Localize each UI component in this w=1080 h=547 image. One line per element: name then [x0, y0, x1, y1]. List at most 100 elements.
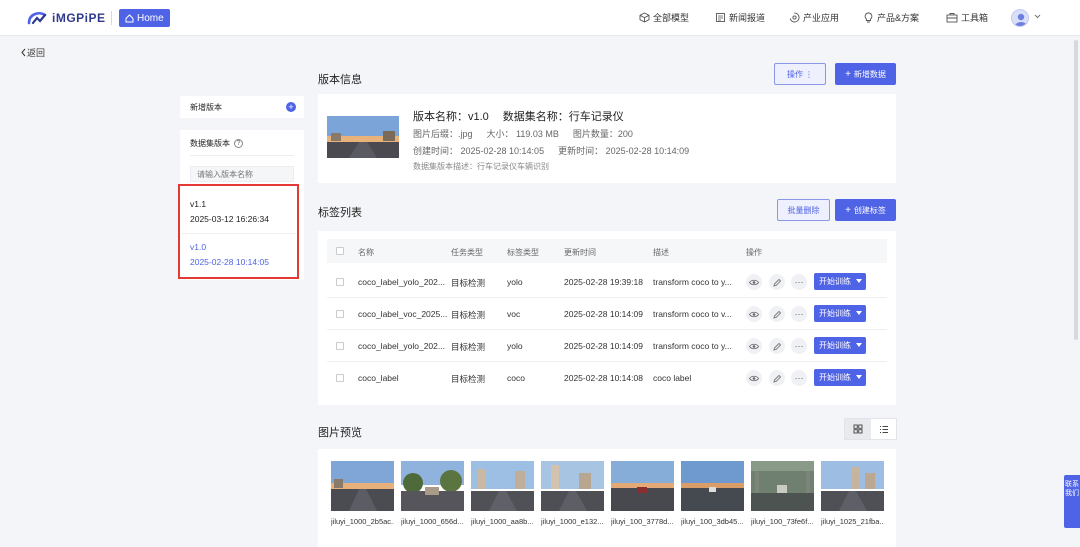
divider [190, 155, 294, 156]
cell-type: yolo [507, 341, 523, 351]
back-label: 返回 [27, 48, 46, 58]
column-header: 名称 [358, 248, 374, 257]
dataset-thumbnail [327, 116, 399, 158]
gallery-item[interactable]: jiluyi_100_3778d... [611, 461, 674, 526]
logo[interactable]: iMGPiPE [26, 9, 106, 27]
edit-icon[interactable] [769, 306, 785, 322]
version-title-line: 版本名称：v1.0 数据集名称：行车记录仪 [413, 108, 638, 124]
section-title-tags: 标签列表 [318, 207, 362, 219]
start-training-button[interactable]: 开始训练 [814, 273, 866, 290]
cell-type: coco [507, 373, 525, 383]
plus-icon[interactable]: + [286, 102, 296, 112]
nav-industry[interactable]: 产业应用 [789, 11, 839, 24]
edit-icon[interactable] [769, 274, 785, 290]
cell-name: coco_label_voc_2025... [358, 309, 448, 319]
more-icon[interactable]: ··· [791, 306, 807, 322]
edit-icon[interactable] [769, 338, 785, 354]
nav-label: 产业应用 [803, 13, 840, 23]
table-row[interactable]: coco_label_yolo_202... 目标检测 yolo 2025-02… [327, 330, 887, 362]
gallery-item[interactable]: jiluyi_1000_aa8b... [471, 461, 534, 526]
dataset-size: 大小： 119.03 MB [486, 129, 559, 139]
top-nav-bar: iMGPiPE Home 全部模型 新闻报道 产业应用 产品&方案 工具箱 [0, 0, 1080, 36]
view-icon[interactable] [746, 370, 762, 386]
plus-icon: + [845, 204, 851, 216]
caret-down-icon [856, 311, 862, 315]
view-icon[interactable] [746, 274, 762, 290]
column-header: 描述 [653, 248, 669, 257]
cell-time: 2025-02-28 10:14:08 [564, 373, 643, 383]
table-row[interactable]: coco_label 目标检测 coco 2025-02-28 10:14:08… [327, 362, 887, 394]
gallery-item[interactable]: jiluyi_1000_656d... [401, 461, 464, 526]
cell-task: 目标检测 [451, 310, 486, 320]
cell-desc: coco label [653, 373, 692, 383]
cell-task: 目标检测 [451, 342, 486, 352]
toolbox-icon [946, 13, 958, 23]
bulb-icon [864, 12, 873, 23]
new-version-label: 新增版本 [190, 102, 222, 112]
row-checkbox[interactable] [336, 278, 344, 286]
nav-label: 全部模型 [653, 13, 690, 23]
section-title-version: 版本信息 [318, 74, 362, 86]
train-label: 开始训练 [819, 277, 851, 286]
version-description: 数据集版本描述：行车记录仪车辆识别 [413, 162, 549, 171]
table-header: 名称 任务类型 标签类型 更新时间 描述 操作 [327, 239, 887, 263]
select-all-checkbox[interactable] [336, 247, 344, 255]
cell-task: 目标检测 [451, 278, 486, 288]
more-icon[interactable]: ··· [791, 338, 807, 354]
more-icon[interactable]: ··· [791, 370, 807, 386]
home-button[interactable]: Home [119, 9, 170, 27]
avatar[interactable] [1011, 9, 1029, 27]
grid-view-icon[interactable] [845, 419, 871, 439]
gallery-item[interactable]: jiluyi_100_73fe6f... [751, 461, 814, 526]
add-data-button[interactable]: + 新增数据 [835, 63, 896, 85]
start-training-button[interactable]: 开始训练 [814, 337, 866, 354]
more-icon[interactable]: ··· [791, 274, 807, 290]
logo-text: iMGPiPE [52, 11, 106, 25]
table-row[interactable]: coco_label_yolo_202... 目标检测 yolo 2025-02… [327, 266, 887, 298]
gallery-item[interactable]: jiluyi_1000_e132... [541, 461, 604, 526]
list-view-icon[interactable] [871, 419, 897, 439]
versions-header: 数据集版本 ? [190, 138, 243, 149]
column-header: 任务类型 [451, 248, 483, 257]
start-training-button[interactable]: 开始训练 [814, 369, 866, 386]
row-checkbox[interactable] [336, 374, 344, 382]
back-link[interactable]: 返回 [20, 46, 45, 59]
new-version-row[interactable]: 新增版本 + [180, 96, 304, 118]
annotation-highlight-box [178, 184, 299, 279]
gallery-item[interactable]: jiluyi_1025_21fba... [821, 461, 884, 526]
cell-time: 2025-02-28 10:14:09 [564, 309, 643, 319]
cell-time: 2025-02-28 19:39:18 [564, 277, 643, 287]
scrollbar[interactable] [1074, 40, 1078, 340]
version-info-card: 版本名称：v1.0 数据集名称：行车记录仪 图片后缀：.jpg 大小： 119.0… [318, 94, 896, 183]
caret-down-icon [856, 343, 862, 347]
nav-all-models[interactable]: 全部模型 [639, 11, 689, 24]
view-icon[interactable] [746, 338, 762, 354]
gallery-item[interactable]: jiluyi_100_3db45... [681, 461, 744, 526]
table-row[interactable]: coco_label_voc_2025... 目标检测 voc 2025-02-… [327, 298, 887, 330]
version-search-input[interactable] [190, 166, 294, 182]
nav-label: 工具箱 [961, 13, 989, 23]
cell-time: 2025-02-28 10:14:09 [564, 341, 643, 351]
row-checkbox[interactable] [336, 342, 344, 350]
ops-button[interactable]: 操作 ⋮ [774, 63, 826, 85]
meta-row: 图片后缀：.jpg 大小： 119.03 MB 图片数量：200 [413, 127, 647, 140]
row-checkbox[interactable] [336, 310, 344, 318]
start-training-button[interactable]: 开始训练 [814, 305, 866, 322]
cell-type: voc [507, 309, 521, 319]
contact-us-button[interactable]: 联系我们 [1064, 475, 1080, 528]
column-header: 标签类型 [507, 248, 539, 257]
create-tag-button[interactable]: + 创建标签 [835, 199, 896, 221]
nav-news[interactable]: 新闻报道 [715, 11, 765, 24]
nav-toolbox[interactable]: 工具箱 [946, 11, 988, 24]
view-icon[interactable] [746, 306, 762, 322]
image-caption: jiluyi_1000_e132... [541, 517, 604, 526]
road-image-icon [681, 461, 744, 511]
edit-icon[interactable] [769, 370, 785, 386]
help-icon[interactable]: ? [234, 139, 243, 148]
nav-products[interactable]: 产品&方案 [863, 11, 919, 24]
chevron-down-icon[interactable] [1034, 14, 1041, 19]
road-image-icon [751, 461, 814, 511]
image-caption: jiluyi_100_3778d... [611, 517, 674, 526]
batch-delete-button[interactable]: 批量删除 [777, 199, 830, 221]
gallery-item[interactable]: jiluyi_1000_2b5ac... [331, 461, 394, 526]
